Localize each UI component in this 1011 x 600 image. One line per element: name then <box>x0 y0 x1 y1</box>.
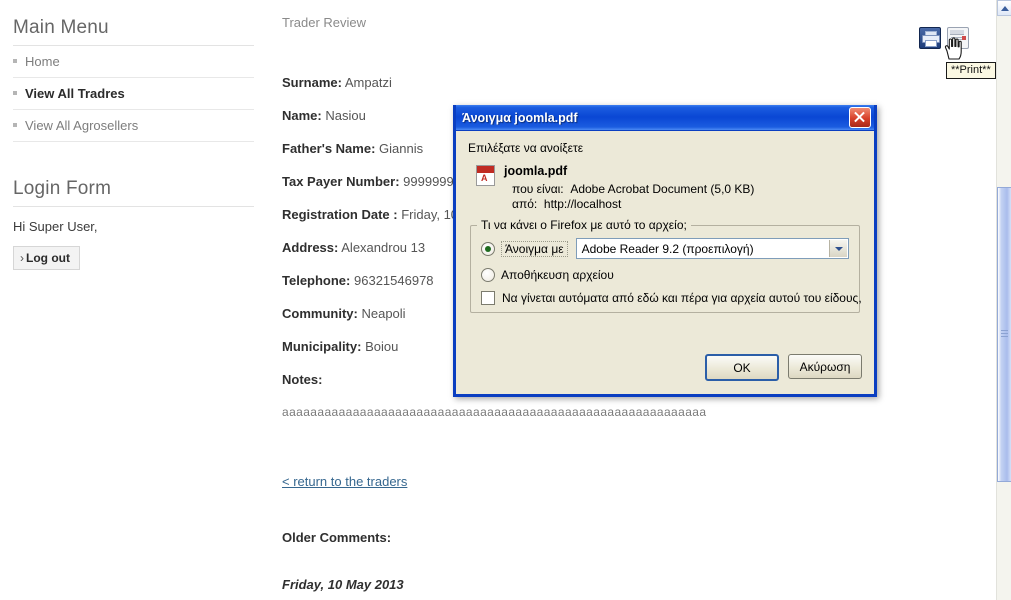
detail-value: Neapoli <box>361 306 406 321</box>
older-comments-heading: Older Comments: <box>282 530 392 545</box>
pdf-file-icon: A <box>476 165 495 186</box>
comment-item: Friday, 10 May 2013 gdfsgsdfgasdf Super … <box>282 577 922 600</box>
file-type-line: που είναι: Adobe Acrobat Document (5,0 K… <box>512 182 754 197</box>
sidebar-item-home[interactable]: Home <box>13 46 254 78</box>
sidebar-item-view-all-tradres[interactable]: View All Tradres <box>13 78 254 110</box>
detail-value: Ampatzi <box>344 75 392 90</box>
grip-line <box>1001 329 1008 331</box>
scrollbar-grip <box>1001 329 1008 340</box>
application-select-value: Adobe Reader 9.2 (προεπιλογή) <box>581 241 754 256</box>
envelope-header <box>950 30 964 35</box>
print-icon[interactable] <box>919 27 941 49</box>
detail-value: Giannis <box>379 141 424 156</box>
action-fieldset-legend: Τι να κάνει ο Firefox με αυτό το αρχείο; <box>477 218 691 232</box>
chevron-right-icon: › <box>20 251 24 265</box>
chevron-down-glyph <box>834 246 843 251</box>
detail-label: Name: <box>282 108 322 123</box>
page-viewport: Main Menu Home View All Tradres View All… <box>0 0 996 600</box>
main-menu-list: Home View All Tradres View All Agroselle… <box>0 46 260 142</box>
save-file-row: Αποθήκευση αρχείου <box>481 268 849 282</box>
envelope-stamp <box>962 36 966 40</box>
sidebar-link-view-all-agrosellers[interactable]: View All Agrosellers <box>13 110 254 141</box>
detail-label: Community: <box>282 306 358 321</box>
detail-label: Municipality: <box>282 339 362 354</box>
detail-label: Surname: <box>282 75 342 90</box>
printer-paper-out <box>925 40 937 47</box>
scroll-up-button[interactable] <box>997 0 1011 16</box>
comment-date: Friday, 10 May 2013 <box>282 577 404 592</box>
login-form-title: Login Form <box>13 178 112 199</box>
sidebar-link-home[interactable]: Home <box>13 46 254 77</box>
return-to-traders-link[interactable]: < return to the traders <box>282 474 407 489</box>
bullet-icon <box>13 59 17 63</box>
bullet-icon <box>13 123 17 127</box>
file-source-value: http://localhost <box>543 197 622 211</box>
file-source-key: από: <box>512 197 538 211</box>
dialog-body: Επιλέξατε να ανοίξετε A joomla.pdf που ε… <box>456 131 874 313</box>
logout-button[interactable]: › Log out <box>13 246 80 270</box>
sidebar-item-label: View All Agrosellers <box>25 118 139 133</box>
detail-value: Alexandrou 13 <box>341 240 426 255</box>
detail-value: Boiou <box>365 339 399 354</box>
remember-choice-label: Να γίνεται αυτόματα από εδώ και πέρα για… <box>502 291 862 305</box>
grip-line <box>1001 335 1008 337</box>
envelope-line <box>951 41 959 42</box>
sidebar-link-view-all-tradres[interactable]: View All Tradres <box>13 78 254 109</box>
grip-line <box>1001 332 1008 334</box>
dialog-title: Άνοιγμα joomla.pdf <box>462 110 578 125</box>
ok-button-label: OK <box>733 360 751 375</box>
open-with-row: Άνοιγμα με Adobe Reader 9.2 (προεπιλογή) <box>481 238 849 259</box>
save-file-radio[interactable] <box>481 268 495 282</box>
detail-row-surname: Surname: Ampatzi <box>282 75 922 90</box>
open-with-radio[interactable] <box>481 241 495 256</box>
detail-label: Tax Payer Number: <box>282 174 400 189</box>
detail-value: 96321546978 <box>354 273 434 288</box>
sidebar-item-label: Home <box>25 54 60 69</box>
chevron-up-icon <box>1001 6 1009 11</box>
sidebar: Main Menu Home View All Tradres View All… <box>0 0 260 270</box>
notes-text: aaaaaaaaaaaaaaaaaaaaaaaaaaaaaaaaaaaaaaaa… <box>282 405 707 419</box>
cancel-button[interactable]: Ακύρωση <box>788 354 862 379</box>
sidebar-item-view-all-agrosellers[interactable]: View All Agrosellers <box>13 110 254 142</box>
remember-choice-row: Να γίνεται αυτόματα από εδώ και πέρα για… <box>481 291 862 305</box>
main-menu-title: Main Menu <box>13 17 109 38</box>
file-name: joomla.pdf <box>504 164 568 178</box>
print-tooltip: **Print** <box>946 62 996 79</box>
pdf-icon-glyph: A <box>481 173 488 183</box>
vertical-scrollbar[interactable] <box>996 0 1011 600</box>
opening-file-dialog: Άνοιγμα joomla.pdf Επιλέξατε να ανοίξετε… <box>453 105 877 397</box>
file-type-key: που είναι: <box>512 182 564 196</box>
file-source-line: από: http://localhost <box>512 197 754 212</box>
detail-label: Telephone: <box>282 273 351 288</box>
detail-value: Nasiou <box>325 108 366 123</box>
detail-label: Notes: <box>282 372 323 387</box>
detail-label: Address: <box>282 240 339 255</box>
scrollbar-thumb[interactable] <box>997 187 1011 482</box>
sidebar-item-label: View All Tradres <box>25 86 125 101</box>
close-icon[interactable] <box>849 107 871 128</box>
detail-label: Father's Name: <box>282 141 376 156</box>
remember-choice-checkbox[interactable] <box>481 291 495 305</box>
file-type-value: Adobe Acrobat Document (5,0 KB) <box>570 182 755 196</box>
article-tools <box>919 27 969 49</box>
detail-label: Registration Date : <box>282 207 398 222</box>
page-title: Trader Review <box>282 15 367 30</box>
email-icon[interactable] <box>947 27 969 49</box>
file-info-row: A joomla.pdf που είναι: Adobe Acrobat Do… <box>476 164 862 212</box>
logout-label: Log out <box>26 251 70 265</box>
chevron-down-icon[interactable] <box>829 240 847 257</box>
dialog-intro-text: Επιλέξατε να ανοίξετε <box>468 141 584 155</box>
application-select[interactable]: Adobe Reader 9.2 (προεπιλογή) <box>575 238 849 259</box>
action-fieldset: Τι να κάνει ο Firefox με αυτό το αρχείο;… <box>470 218 862 313</box>
ok-button[interactable]: OK <box>705 354 779 381</box>
save-file-label: Αποθήκευση αρχείου <box>501 268 614 282</box>
pdf-icon-band <box>477 166 494 173</box>
file-meta: joomla.pdf που είναι: Adobe Acrobat Docu… <box>504 164 754 212</box>
cancel-button-label: Ακύρωση <box>799 359 851 374</box>
dialog-titlebar[interactable]: Άνοιγμα joomla.pdf <box>456 105 874 131</box>
dialog-buttons: OK Ακύρωση <box>705 354 862 381</box>
open-with-label: Άνοιγμα με <box>501 240 568 257</box>
bullet-icon <box>13 91 17 95</box>
login-greeting: Hi Super User, <box>13 219 98 234</box>
